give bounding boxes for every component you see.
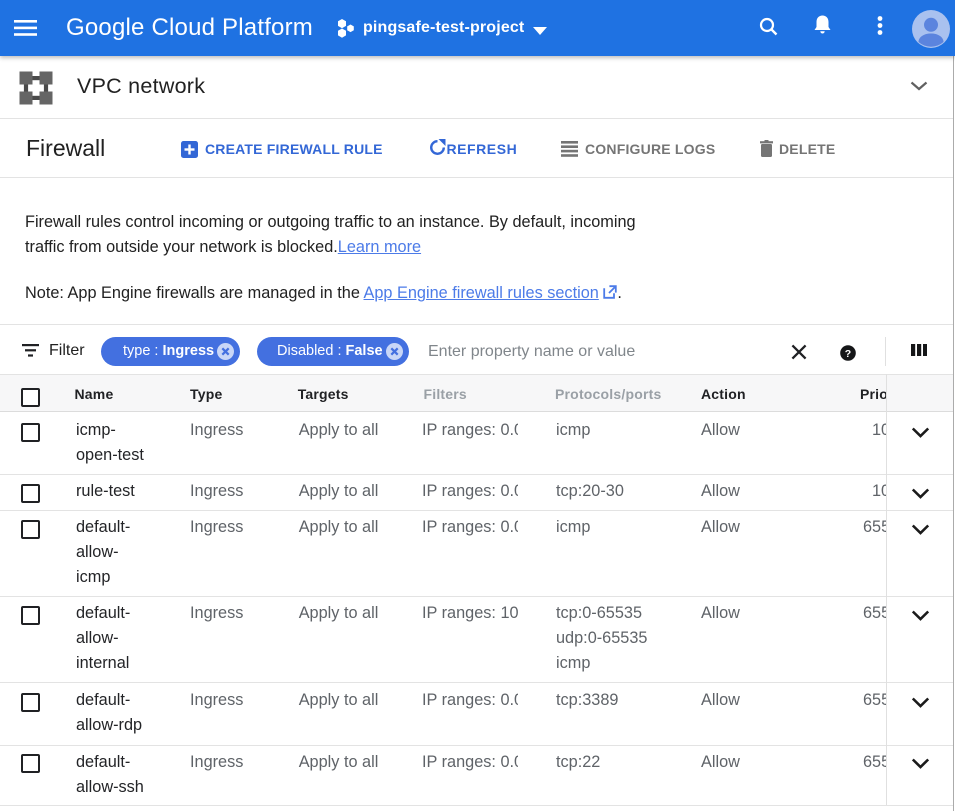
svg-text:?: ? (845, 348, 851, 360)
